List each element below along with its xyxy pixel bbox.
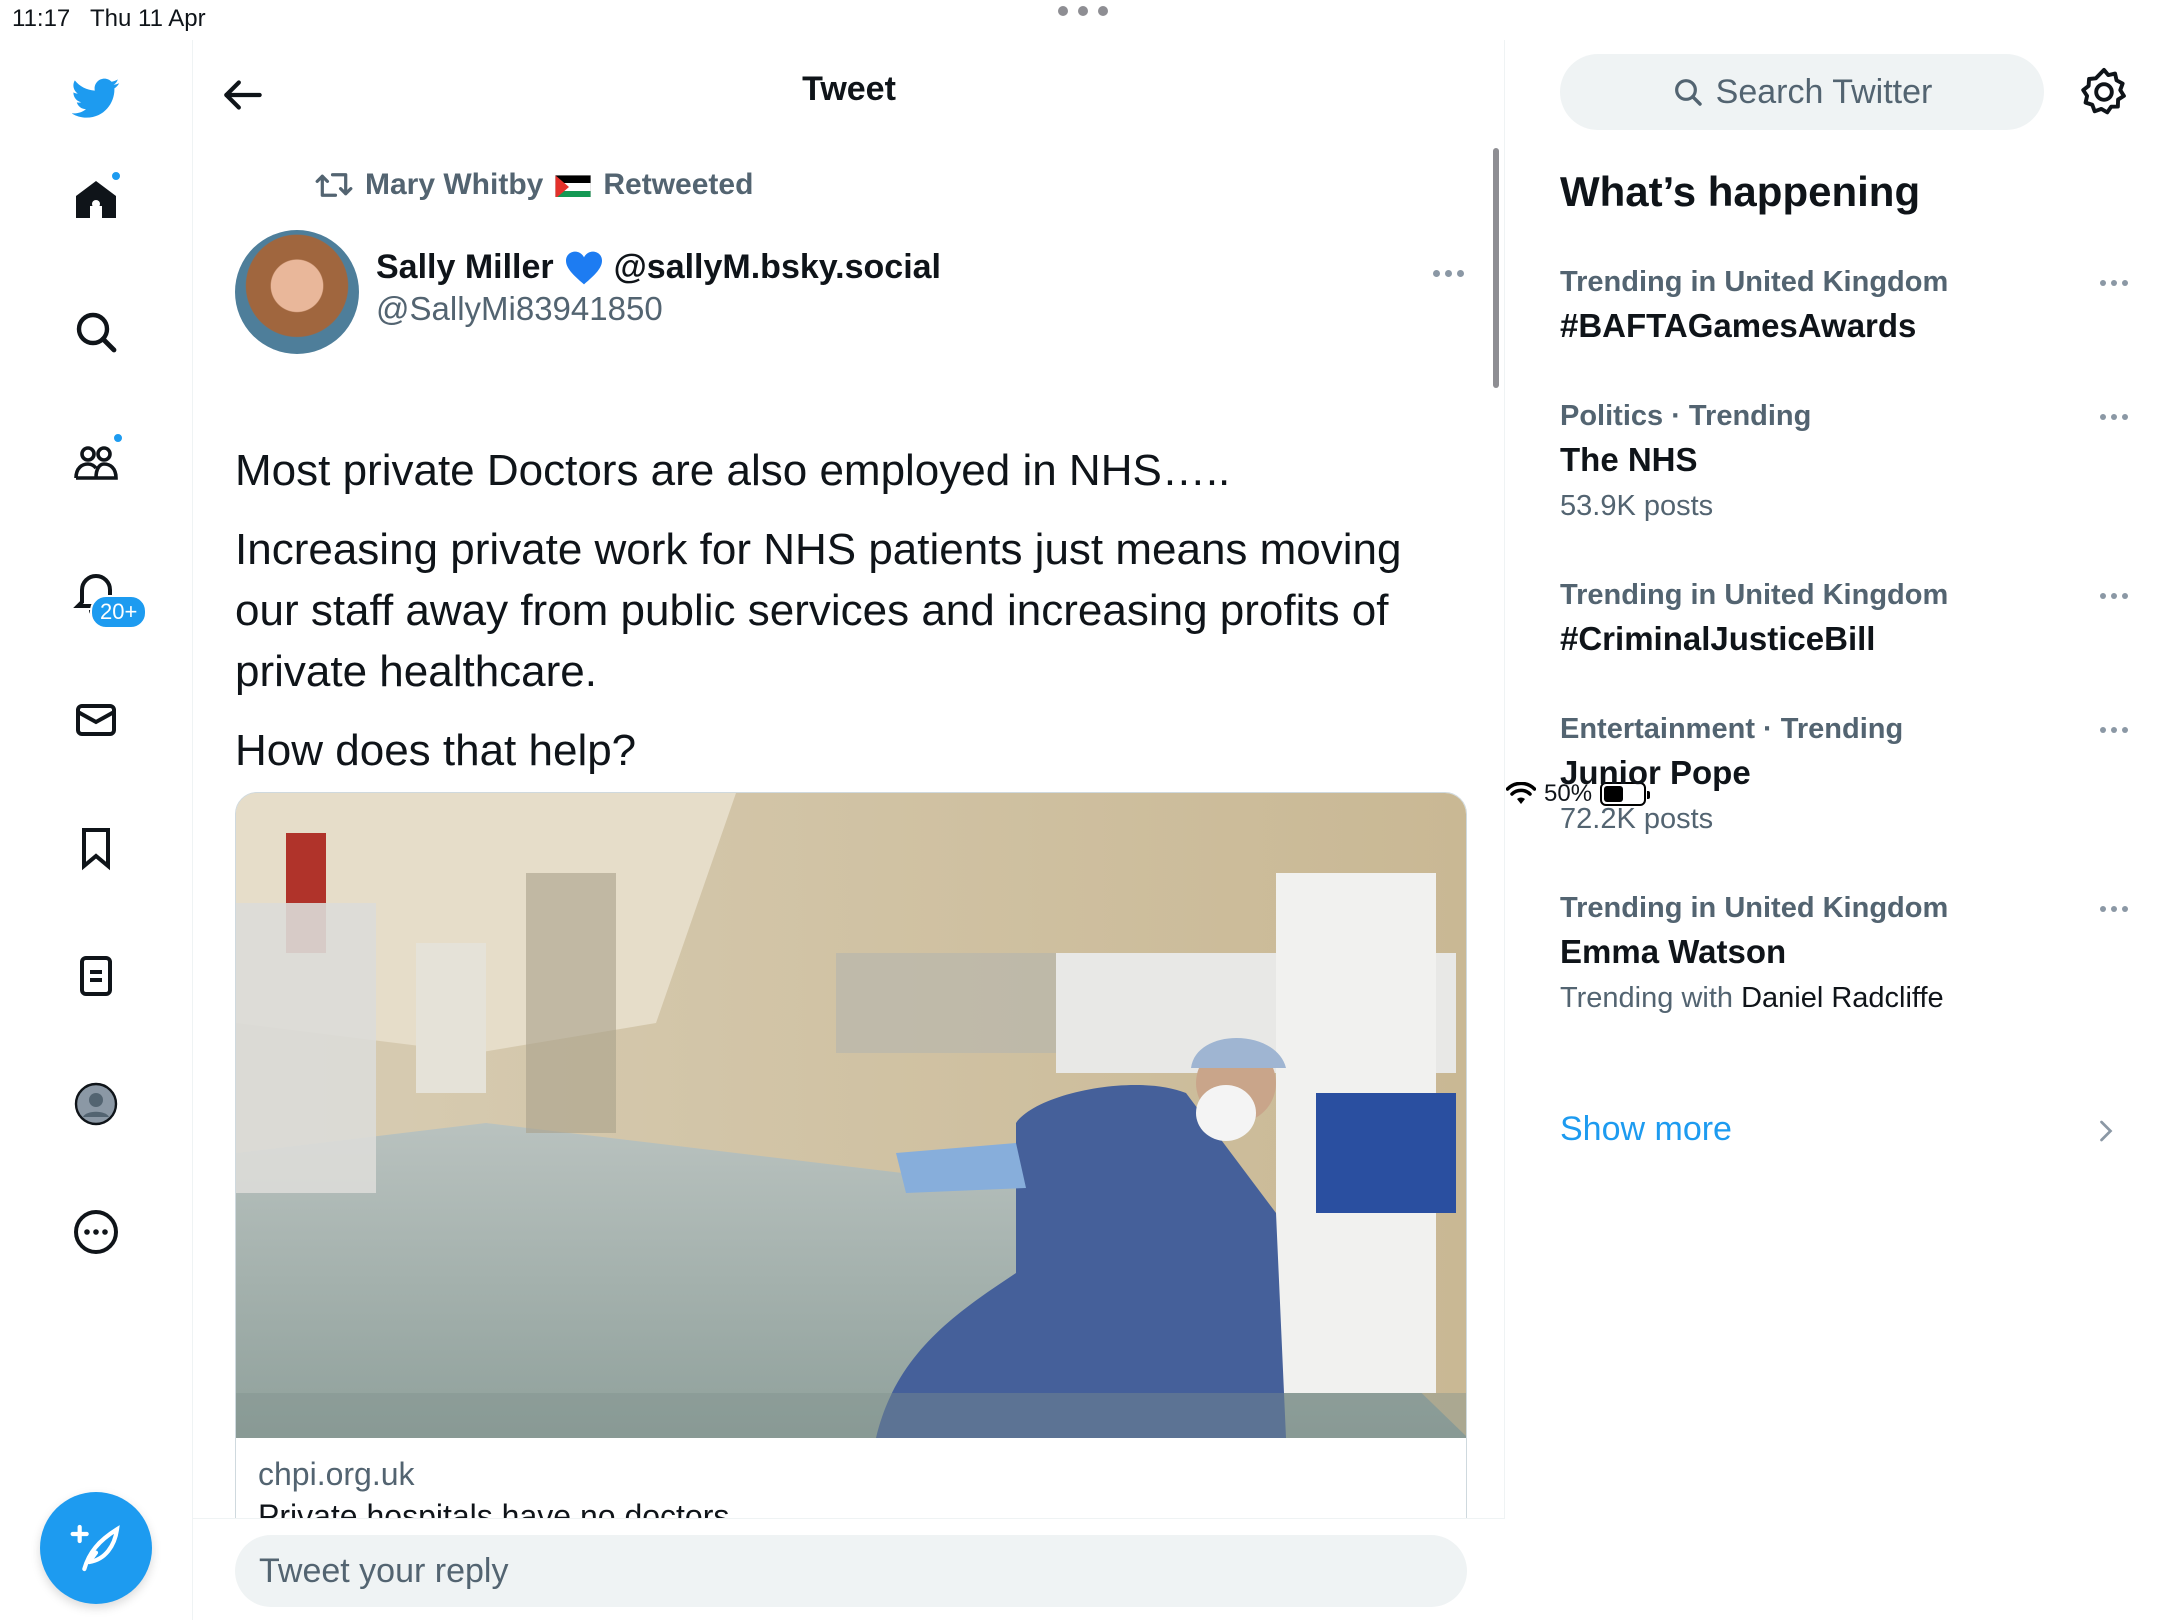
trend-context: Entertainment · Trending (1560, 713, 1904, 745)
twitter-logo-icon[interactable] (66, 68, 126, 128)
trend-related-name[interactable]: Daniel Radcliffe (1741, 982, 1944, 1014)
blue-heart-icon (565, 251, 602, 284)
author-name: Sally Miller (376, 248, 554, 286)
trend-item[interactable]: Politics · Trending The NHS 53.9K posts (1560, 396, 2128, 528)
scrollbar[interactable] (1493, 148, 1499, 388)
palestine-flag-icon (555, 173, 592, 197)
compose-feather-icon (70, 1524, 120, 1572)
trend-title: #CriminalJusticeBill (1560, 620, 1876, 657)
whats-happening-heading: What’s happening (1560, 168, 1921, 215)
trend-context: Trending in United Kingdom (1560, 892, 1949, 924)
trend-post-count: 72.2K posts (1560, 803, 1714, 835)
trend-post-count: 53.9K posts (1560, 490, 1714, 522)
author-alt-handle: @sallyM.bsky.social (613, 248, 941, 286)
tweet-paragraph: How does that help? (235, 726, 637, 775)
tweet-text: Most private Doctors are also employed i… (235, 440, 1475, 799)
card-domain: chpi.org.uk (258, 1456, 415, 1492)
notifications-badge: 20+ (90, 595, 148, 629)
tweet-more-options-icon[interactable] (1433, 270, 1464, 277)
right-sidebar: Search Twitter What’s happening Trending… (1506, 40, 2160, 1620)
bookmarks-icon[interactable] (66, 818, 126, 878)
search-placeholder: Search Twitter (1715, 72, 1933, 111)
multitasking-dots[interactable] (1058, 6, 1108, 16)
retweet-icon (315, 173, 353, 197)
card-image-hospital-corridor (236, 793, 1466, 1438)
profile-icon[interactable] (66, 1074, 126, 1134)
trend-more-icon[interactable] (2100, 414, 2128, 420)
tweet-paragraph: Most private Doctors are also employed i… (235, 446, 1231, 495)
show-more-link[interactable]: Show more (1560, 1110, 1732, 1149)
reply-input[interactable]: Tweet your reply (235, 1535, 1467, 1607)
trend-title: #BAFTAGamesAwards (1560, 307, 1917, 344)
trend-item[interactable]: Entertainment · Trending Junior Pope 72.… (1560, 709, 2128, 841)
trend-item[interactable]: Trending in United Kingdom Emma Watson T… (1560, 888, 2128, 1020)
status-date: Thu 11 Apr (90, 5, 206, 32)
search-input[interactable]: Search Twitter (1560, 54, 2044, 130)
messages-icon[interactable] (66, 690, 126, 750)
trend-more-icon[interactable] (2100, 593, 2128, 599)
status-bar: 11:17 Thu 11 Apr 50% (0, 0, 2160, 807)
tweet-paragraph: Increasing private work for NHS patients… (235, 525, 1402, 696)
home-icon[interactable] (66, 170, 126, 230)
main-column: Tweet Mary Whitby Retweeted Sally Miller… (193, 40, 1505, 1620)
chevron-right-icon (2100, 1120, 2113, 1142)
compose-tweet-button[interactable] (40, 1492, 152, 1604)
lists-icon[interactable] (66, 946, 126, 1006)
trend-context: Politics · Trending (1560, 400, 1812, 432)
status-time: 11:17 (12, 5, 71, 32)
trend-related: Trending with Daniel Radcliffe (1560, 976, 2120, 1020)
trend-item[interactable]: Trending in United Kingdom #BAFTAGamesAw… (1560, 262, 2128, 350)
retweeted-label: Retweeted (603, 168, 754, 201)
retweet-context: Mary Whitby Retweeted (315, 168, 753, 202)
trend-title: The NHS (1560, 441, 1698, 478)
communities-icon[interactable] (66, 432, 126, 492)
search-icon (1674, 79, 1702, 106)
link-card[interactable]: chpi.org.uk Private hospitals have no do… (235, 792, 1467, 1562)
trend-title: Junior Pope (1560, 754, 1751, 791)
trend-more-icon[interactable] (2100, 906, 2128, 912)
page-title: Tweet (802, 70, 896, 108)
search-icon[interactable] (66, 302, 126, 362)
author-avatar[interactable] (235, 230, 359, 354)
author-handle[interactable]: @SallyMi83941850 (376, 290, 663, 328)
author-name-line[interactable]: Sally Miller @sallyM.bsky.social (376, 248, 941, 287)
trend-more-icon[interactable] (2100, 280, 2128, 286)
reply-bar: Tweet your reply (193, 1518, 1505, 1620)
trend-title: Emma Watson (1560, 933, 1787, 970)
trend-related-prefix: Trending with (1560, 982, 1734, 1014)
trend-context: Trending in United Kingdom (1560, 579, 1949, 611)
retweeter-name[interactable]: Mary Whitby (365, 168, 543, 202)
left-nav: 20+ (0, 40, 193, 1620)
trend-context: Trending in United Kingdom (1560, 266, 1949, 298)
settings-gear-icon[interactable] (2078, 66, 2130, 118)
trend-item[interactable]: Trending in United Kingdom #CriminalJust… (1560, 575, 2128, 663)
more-icon[interactable] (66, 1202, 126, 1262)
trend-more-icon[interactable] (2100, 727, 2128, 733)
